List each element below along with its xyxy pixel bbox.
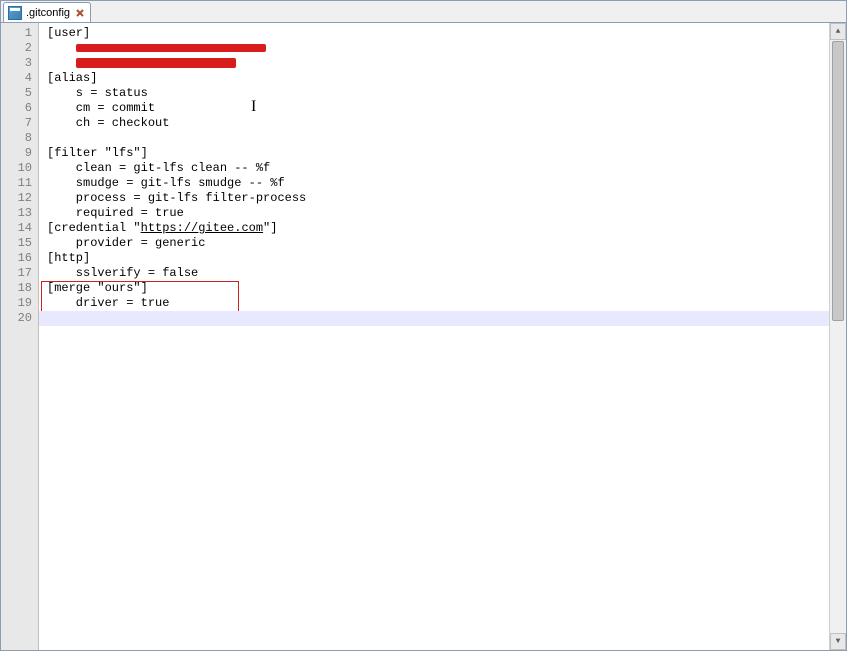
code-line[interactable]: ch = checkout — [39, 116, 829, 131]
code-line[interactable]: [user] — [39, 26, 829, 41]
line-number: 8 — [1, 131, 38, 146]
line-number: 1 — [1, 26, 38, 41]
redacted-content — [76, 44, 266, 52]
close-icon[interactable] — [74, 7, 86, 19]
code-line[interactable]: s = status — [39, 86, 829, 101]
code-line[interactable]: driver = true — [39, 296, 829, 311]
scroll-thumb[interactable] — [832, 41, 844, 321]
line-number: 2 — [1, 41, 38, 56]
code-line[interactable]: cm = commit — [39, 101, 829, 116]
credential-url: https://gitee.com — [141, 221, 263, 235]
code-line[interactable] — [39, 41, 829, 56]
redacted-content — [76, 58, 236, 68]
line-number: 15 — [1, 236, 38, 251]
code-line[interactable] — [39, 131, 829, 146]
vertical-scrollbar[interactable]: ▲ ▼ — [829, 23, 846, 650]
code-line[interactable]: smudge = git-lfs smudge -- %f — [39, 176, 829, 191]
scroll-up-button[interactable]: ▲ — [830, 23, 846, 40]
scroll-down-button[interactable]: ▼ — [830, 633, 846, 650]
line-number: 17 — [1, 266, 38, 281]
line-number: 20 — [1, 311, 38, 326]
code-content[interactable]: I [user] [alias] s = status cm = commit … — [39, 23, 829, 650]
code-line[interactable]: process = git-lfs filter-process — [39, 191, 829, 206]
code-line[interactable] — [39, 56, 829, 71]
line-number: 10 — [1, 161, 38, 176]
line-number: 11 — [1, 176, 38, 191]
code-line[interactable]: required = true — [39, 206, 829, 221]
code-line[interactable]: sslverify = false — [39, 266, 829, 281]
file-icon — [8, 6, 22, 20]
code-line[interactable] — [39, 311, 829, 326]
code-line[interactable]: provider = generic — [39, 236, 829, 251]
editor-area: 1234567891011121314151617181920 I [user]… — [1, 23, 846, 650]
line-number-gutter: 1234567891011121314151617181920 — [1, 23, 39, 650]
code-line[interactable]: [filter "lfs"] — [39, 146, 829, 161]
line-number: 13 — [1, 206, 38, 221]
line-number: 9 — [1, 146, 38, 161]
line-number: 18 — [1, 281, 38, 296]
line-number: 14 — [1, 221, 38, 236]
line-number: 5 — [1, 86, 38, 101]
code-line[interactable]: [merge "ours"] — [39, 281, 829, 296]
line-number: 3 — [1, 56, 38, 71]
line-number: 7 — [1, 116, 38, 131]
line-number: 16 — [1, 251, 38, 266]
line-number: 4 — [1, 71, 38, 86]
code-line[interactable]: [alias] — [39, 71, 829, 86]
code-line[interactable]: [credential "https://gitee.com"] — [39, 221, 829, 236]
line-number: 6 — [1, 101, 38, 116]
tab-bar: .gitconfig — [1, 1, 846, 23]
file-tab[interactable]: .gitconfig — [3, 2, 91, 22]
tab-filename: .gitconfig — [26, 7, 70, 19]
code-line[interactable]: clean = git-lfs clean -- %f — [39, 161, 829, 176]
code-line[interactable]: [http] — [39, 251, 829, 266]
line-number: 12 — [1, 191, 38, 206]
line-number: 19 — [1, 296, 38, 311]
